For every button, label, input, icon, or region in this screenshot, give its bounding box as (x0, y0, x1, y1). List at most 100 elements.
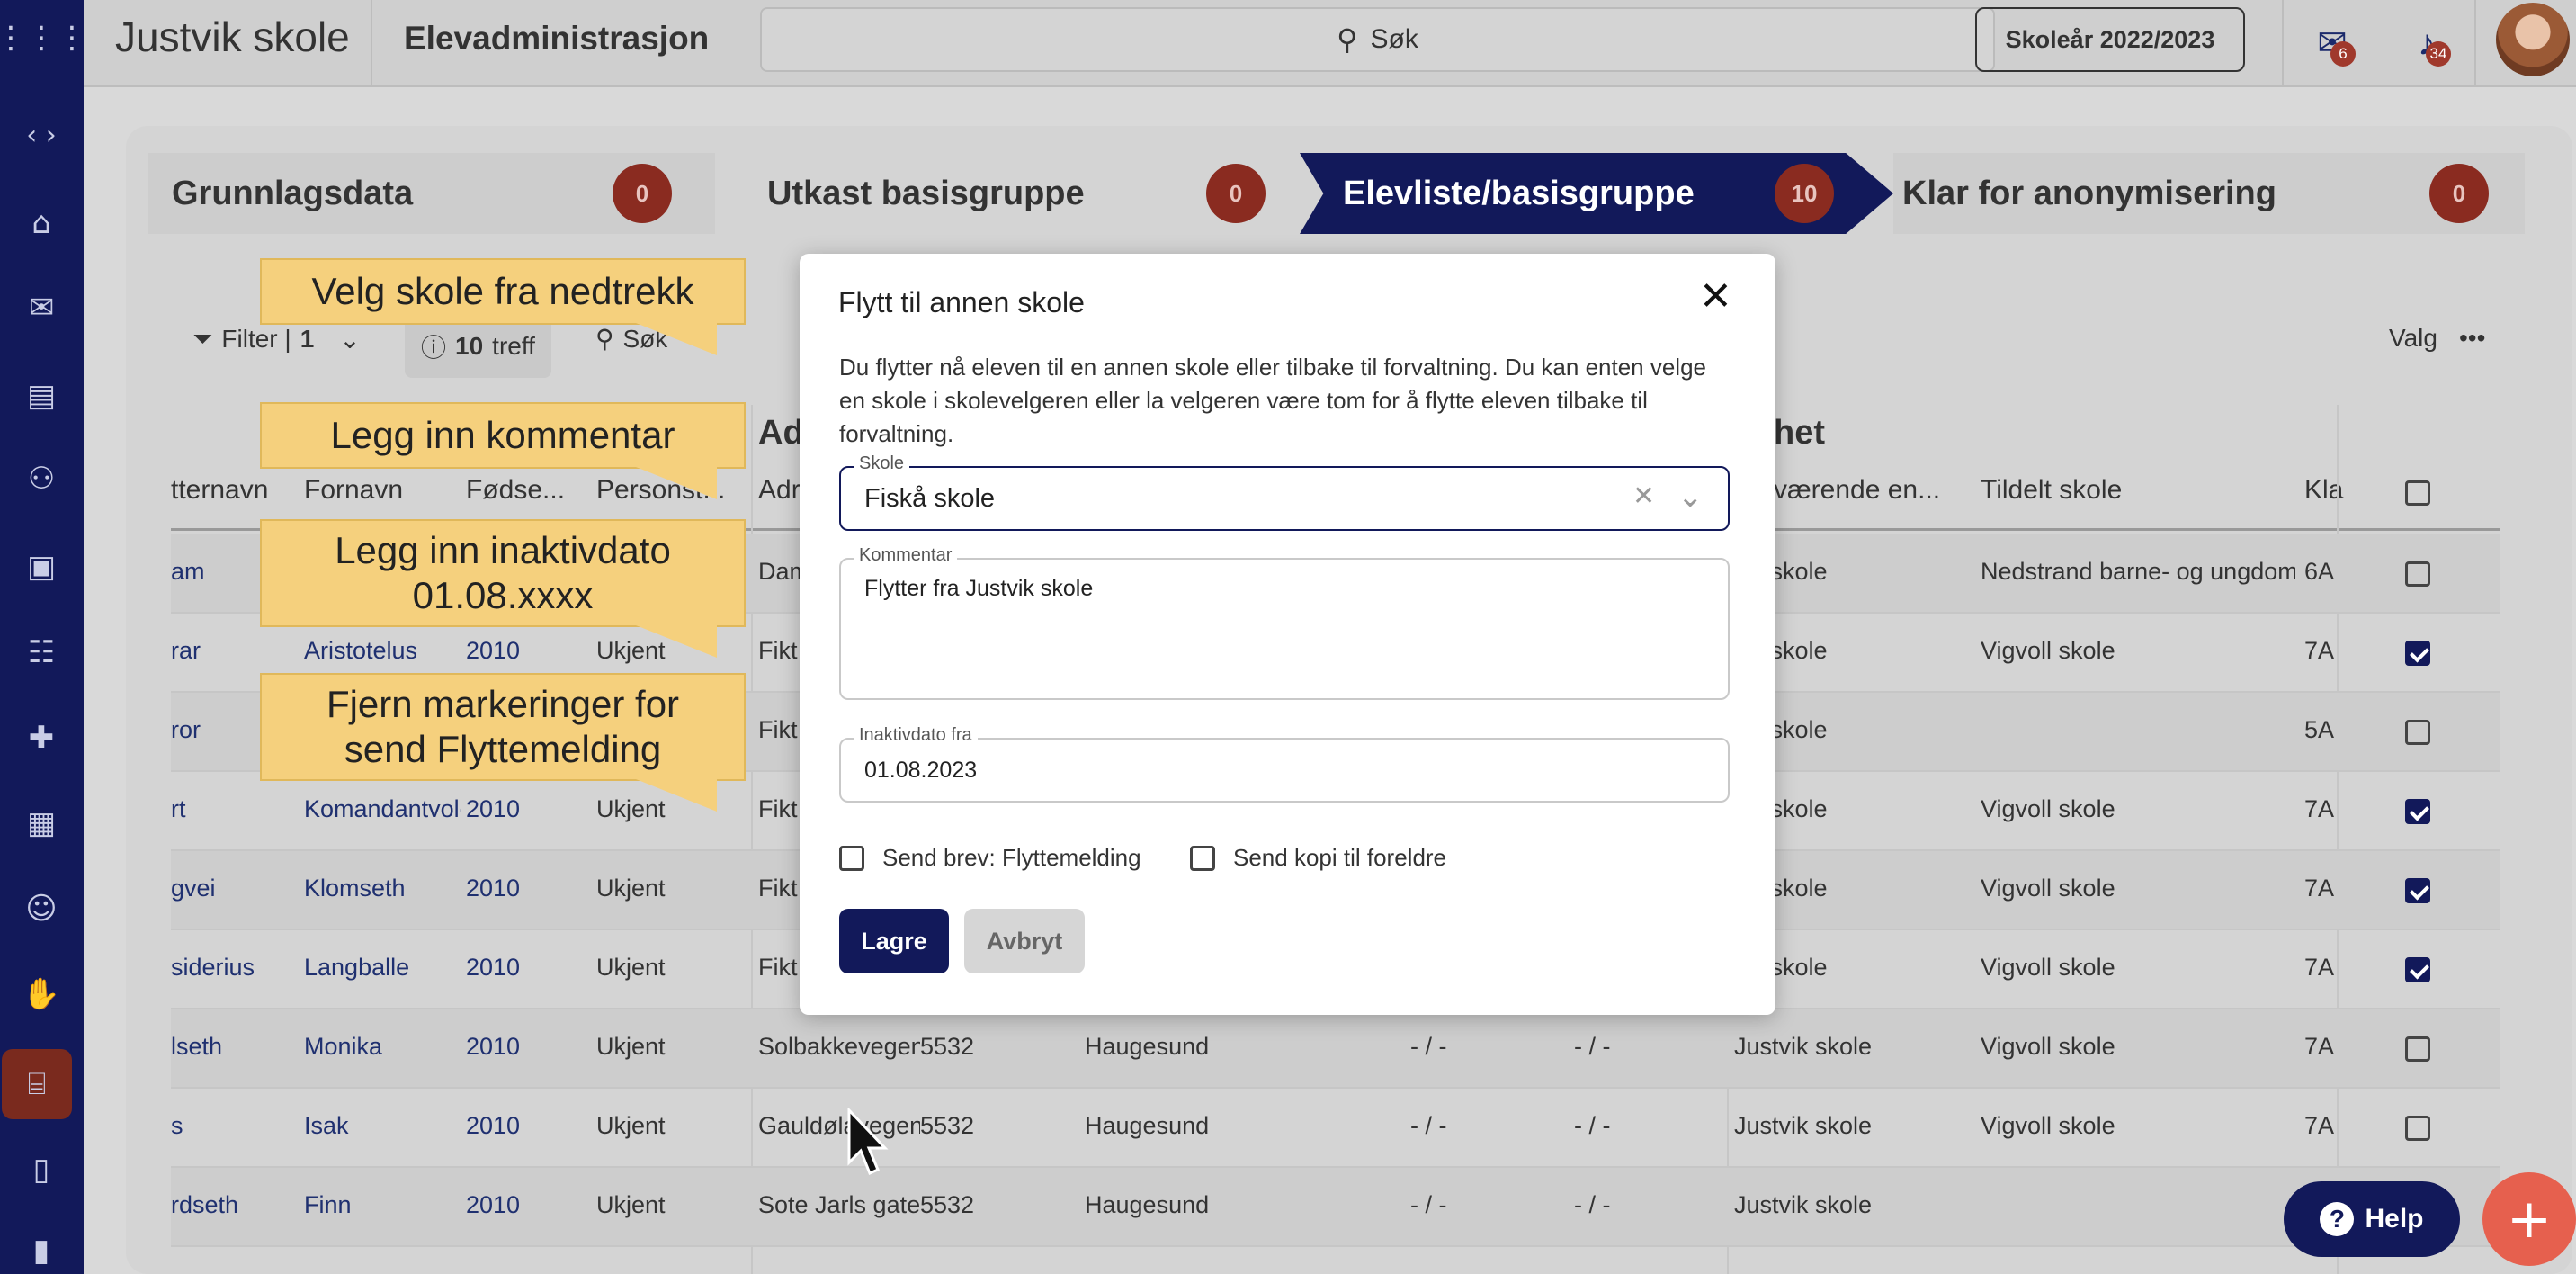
cell-adresse: Fikt (758, 875, 798, 902)
col-adresse[interactable]: Adr (758, 475, 801, 506)
options-button[interactable]: Valg ••• (2389, 324, 2485, 353)
cancel-button[interactable]: Avbryt (964, 909, 1085, 973)
cell-tildelt: Nedstrand barne- og ungdoms (1981, 558, 2295, 585)
chevron-down-icon: ⌄ (339, 324, 361, 354)
close-icon[interactable]: ✕ (1699, 277, 1732, 317)
collapse-toggle-icon[interactable]: ‹ › (14, 108, 68, 162)
send-letter-checkbox[interactable] (839, 845, 864, 871)
hand-icon[interactable]: ✋ (14, 967, 68, 1021)
chart-icon[interactable]: ▮ (14, 1224, 68, 1274)
cell-klasse: 7A (2304, 637, 2335, 664)
row-checkbox[interactable] (2405, 641, 2430, 666)
cell-b: - / - (1574, 1033, 1611, 1060)
cell-klasse: 7A (2304, 1112, 2335, 1139)
cell-fornavn[interactable]: Isak (304, 1112, 349, 1140)
cell-fornavn[interactable]: Komandantvolc (304, 795, 461, 823)
cell-etternavn[interactable]: rt (171, 795, 186, 823)
step-count: 0 (613, 164, 672, 223)
students-icon[interactable]: ⚇ (14, 452, 68, 506)
table-row[interactable]: lseth Monika 2010 Ukjent Solbakkevegen 5532 Ha… (171, 1009, 2500, 1089)
cell-etternavn[interactable]: rar (171, 637, 201, 665)
filter-button[interactable]: ⏷ Filter | 1 ⌄ (192, 324, 361, 354)
news-icon[interactable]: ▤ (14, 369, 68, 423)
comment-field[interactable]: Kommentar Flytter fra Justvik skole (839, 545, 1730, 700)
clipboard-icon[interactable]: ▣ (14, 540, 68, 594)
comment-label: Kommentar (854, 545, 958, 566)
header-divider (2282, 0, 2284, 87)
school-select[interactable]: Skole Fiskå skole ✕ ⌄ (839, 453, 1730, 531)
cell-fodsel: 2010 (466, 637, 521, 664)
send-letter-option[interactable]: Send brev: Flyttemelding (839, 844, 1141, 872)
school-year-button[interactable]: Skoleår 2022/2023 (1975, 7, 2245, 72)
cell-skole: Justvik skole (1734, 1112, 1873, 1139)
cell-fornavn[interactable]: Klomseth (304, 875, 406, 902)
cell-tildelt: Vigvoll skole (1981, 1112, 2115, 1139)
document-icon[interactable]: ▯ (14, 1143, 68, 1197)
select-all-checkbox[interactable] (2405, 480, 2430, 506)
clear-icon[interactable]: ✕ (1632, 480, 1655, 512)
send-copy-checkbox[interactable] (1190, 845, 1215, 871)
help-button[interactable]: ? Help (2284, 1181, 2460, 1257)
step-grunnlagsdata[interactable]: Grunnlagsdata 0 (148, 153, 715, 234)
cell-skole: Justvik skole (1734, 1033, 1873, 1060)
cell-status: Ukjent (596, 875, 666, 902)
cell-fornavn[interactable]: Langballe (304, 954, 409, 982)
question-icon: ? (2320, 1202, 2355, 1236)
col-navaerende[interactable]: værende en... (1774, 475, 1940, 506)
user-icon[interactable]: ☺ (14, 882, 68, 936)
col-etternavn[interactable]: tternavn (171, 475, 268, 506)
groups-icon[interactable]: ☷ (14, 625, 68, 679)
table-row[interactable]: s Isak 2010 Ukjent Gauldølavegen 5532 Haugesun… (171, 1089, 2500, 1168)
apps-grid-icon[interactable]: ⋮⋮⋮ (0, 11, 87, 65)
inactive-date-value: 01.08.2023 (864, 758, 978, 783)
save-button[interactable]: Lagre (839, 909, 949, 973)
col-fornavn[interactable]: Fornavn (304, 475, 403, 506)
cell-post: 5532 (920, 1191, 975, 1218)
cell-a: - / - (1410, 1112, 1447, 1139)
callout-choose-school: Velg skole fra nedtrekk (260, 258, 746, 355)
callout-comment: Legg inn kommentar (260, 402, 746, 499)
cell-sted: Haugesund (1085, 1033, 1210, 1060)
cell-etternavn[interactable]: gvei (171, 875, 216, 902)
cell-fornavn[interactable]: Finn (304, 1191, 352, 1219)
add-button[interactable]: + (2482, 1172, 2576, 1266)
calendar-icon[interactable]: ▦ (14, 796, 68, 850)
cell-etternavn[interactable]: rdseth (171, 1191, 238, 1219)
mail-icon[interactable]: ✉ (14, 281, 68, 335)
cell-etternavn[interactable]: siderius (171, 954, 255, 982)
table-row[interactable]: rdseth Finn 2010 Ukjent Sote Jarls gate ! 553… (171, 1168, 2500, 1247)
callout-remove-marks: Fjern markeringer for send Flyttemelding (260, 673, 746, 812)
cell-etternavn[interactable]: lseth (171, 1033, 222, 1061)
row-checkbox[interactable] (2405, 878, 2430, 903)
row-checkbox[interactable] (2405, 799, 2430, 824)
filter-icon: ⏷ (192, 324, 213, 354)
puzzle-icon[interactable]: ✚ (14, 711, 68, 765)
cell-adresse: Fikt (758, 637, 798, 664)
chevron-down-icon[interactable]: ⌄ (1677, 479, 1704, 515)
global-search[interactable]: ⚲ Søk (760, 7, 1995, 72)
col-fodsel[interactable]: Fødse... (466, 475, 565, 506)
cell-etternavn[interactable]: ror (171, 716, 201, 744)
row-checkbox[interactable] (2405, 1116, 2430, 1141)
step-elevliste[interactable]: Elevliste/basisgruppe 10 (1300, 153, 1893, 234)
mouse-cursor-icon (847, 1108, 889, 1176)
send-copy-option[interactable]: Send kopi til foreldre (1190, 844, 1446, 872)
row-checkbox[interactable] (2405, 561, 2430, 587)
cell-etternavn[interactable]: am (171, 558, 205, 586)
step-klar[interactable]: Klar for anonymisering 0 (1893, 153, 2525, 234)
row-checkbox[interactable] (2405, 720, 2430, 745)
row-checkbox[interactable] (2405, 957, 2430, 982)
cell-fornavn[interactable]: Monika (304, 1033, 382, 1061)
school-admin-icon[interactable]: ⌸ (2, 1049, 72, 1119)
brand-name: Justvik skole (115, 13, 350, 60)
header-divider (2474, 0, 2476, 87)
cell-etternavn[interactable]: s (171, 1112, 183, 1140)
cell-sted: Haugesund (1085, 1191, 1210, 1218)
cell-fornavn[interactable]: Aristotelus (304, 637, 417, 665)
home-icon[interactable]: ⌂ (14, 196, 68, 250)
inactive-date-field[interactable]: Inaktivdato fra 01.08.2023 (839, 725, 1730, 803)
avatar[interactable] (2496, 3, 2570, 76)
mail-badge: 6 (2330, 41, 2356, 67)
row-checkbox[interactable] (2405, 1036, 2430, 1062)
col-tildelt[interactable]: Tildelt skole (1981, 475, 2122, 506)
